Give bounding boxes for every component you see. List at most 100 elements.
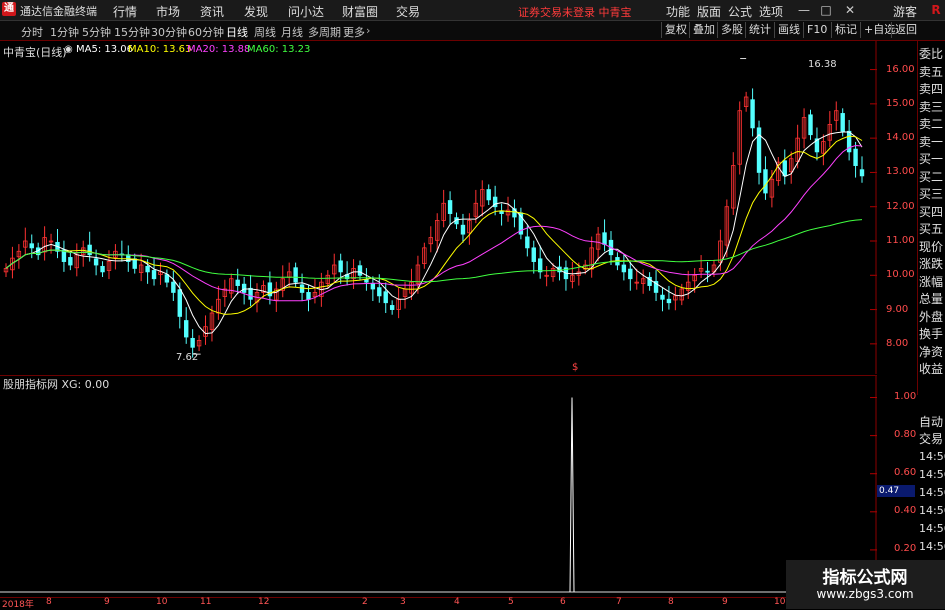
ma5-label: MA5: 13.06 bbox=[76, 44, 134, 55]
trade-time: 14:56 bbox=[919, 450, 945, 463]
period-fenshi[interactable]: 分时 bbox=[21, 24, 43, 40]
quote-label: 卖三 bbox=[919, 99, 944, 114]
period-weekly[interactable]: 周线 bbox=[254, 24, 276, 40]
candle-body bbox=[763, 169, 768, 194]
btn-fuquan[interactable]: 复权 bbox=[661, 22, 690, 38]
indicator-current-value: 0.47 bbox=[877, 485, 915, 497]
quote-label: 卖二 bbox=[919, 117, 944, 131]
candle-body bbox=[705, 270, 710, 273]
date-label: 6 bbox=[560, 597, 566, 607]
period-15min[interactable]: 15分钟 bbox=[114, 24, 150, 40]
candle-body bbox=[750, 99, 755, 129]
menu-gongneng[interactable]: 功能 bbox=[666, 3, 690, 20]
trade-time: 14:56 bbox=[919, 486, 945, 499]
candle-body bbox=[628, 268, 633, 280]
btn-f10[interactable]: F10 bbox=[803, 22, 830, 38]
menu-hangqing[interactable]: 行情 bbox=[113, 3, 137, 20]
candle-body bbox=[370, 283, 376, 290]
candle-body bbox=[241, 283, 247, 293]
quote-label: 卖五 bbox=[919, 64, 944, 79]
chevron-right-icon[interactable]: › bbox=[366, 24, 370, 37]
candle-body bbox=[859, 169, 865, 177]
candle-body bbox=[100, 265, 105, 273]
price-chart-area[interactable] bbox=[0, 41, 877, 374]
indicator-tick-label: 0.20 bbox=[894, 542, 917, 554]
candle-body bbox=[87, 244, 92, 256]
close-button[interactable]: ✕ bbox=[842, 2, 858, 18]
menu-xuanxiang[interactable]: 选项 bbox=[759, 3, 783, 20]
candle-body bbox=[248, 287, 253, 300]
trade-title-trade[interactable]: 交易 bbox=[919, 430, 943, 447]
period-monthly[interactable]: 月线 bbox=[281, 24, 303, 40]
date-label: 9 bbox=[722, 597, 728, 607]
btn-tongji[interactable]: 统计 bbox=[745, 22, 774, 38]
btn-duogu[interactable]: 多股 bbox=[717, 22, 746, 38]
candle-body bbox=[338, 260, 343, 273]
candle-body bbox=[389, 305, 395, 310]
date-label: 11 bbox=[200, 597, 212, 607]
menu-caifuquan[interactable]: 财富圈 bbox=[342, 3, 378, 20]
user-label[interactable]: 游客 bbox=[893, 3, 917, 20]
btn-huaxian[interactable]: 画线 bbox=[774, 22, 803, 38]
ma20-label: MA20: 13.88 bbox=[187, 44, 251, 55]
candle-body bbox=[357, 265, 363, 276]
date-label: 5 bbox=[508, 597, 514, 607]
menu-wenxiaoda[interactable]: 问小达 bbox=[288, 3, 324, 20]
stock-name: 中青宝(日线) bbox=[3, 46, 67, 59]
candle-body bbox=[537, 258, 543, 273]
menu-jiaoyi[interactable]: 交易 bbox=[396, 3, 420, 20]
candle-body bbox=[132, 258, 137, 269]
indicator-chart[interactable] bbox=[0, 376, 877, 598]
candle-body bbox=[299, 284, 305, 293]
period-daily[interactable]: 日线 bbox=[226, 24, 248, 40]
candlestick-chart[interactable] bbox=[0, 41, 877, 374]
period-more[interactable]: 更多 bbox=[343, 24, 365, 40]
candle-body bbox=[151, 270, 157, 280]
period-1min[interactable]: 1分钟 bbox=[50, 24, 79, 40]
btn-diejia[interactable]: 叠加 bbox=[689, 22, 718, 38]
period-multi[interactable]: 多周期 bbox=[308, 24, 341, 40]
quote-label: 买四 bbox=[919, 204, 944, 219]
indicator-panel[interactable] bbox=[0, 375, 877, 598]
trade-title-auto[interactable]: 自动 bbox=[919, 413, 943, 430]
candle-body bbox=[525, 236, 530, 249]
candle-body bbox=[190, 337, 195, 348]
menu-gongshi[interactable]: 公式 bbox=[728, 3, 752, 20]
period-5min[interactable]: 5分钟 bbox=[82, 24, 111, 40]
quote-label: 卖一 bbox=[919, 134, 944, 149]
date-label: 4 bbox=[454, 597, 460, 607]
quote-label: 外盘 bbox=[919, 309, 944, 324]
btn-biaoji[interactable]: 标记 bbox=[831, 22, 860, 38]
quote-label: 总量 bbox=[919, 292, 944, 306]
candle-body bbox=[364, 278, 369, 283]
candle-body bbox=[531, 247, 536, 262]
menu-faxian[interactable]: 发现 bbox=[244, 3, 268, 20]
period-30min[interactable]: 30分钟 bbox=[151, 24, 187, 40]
watermark-title: 指标公式网 bbox=[822, 568, 908, 588]
date-label: 8 bbox=[668, 597, 674, 607]
quote-label: 买五 bbox=[919, 222, 944, 236]
candle-body bbox=[377, 287, 382, 297]
candle-body bbox=[602, 232, 607, 245]
quote-label: 涨幅 bbox=[919, 274, 944, 289]
watermark-url: www.zbgs3.com bbox=[816, 587, 914, 601]
candle-body bbox=[808, 114, 813, 136]
menu-banmian[interactable]: 版面 bbox=[697, 3, 721, 20]
quote-label: 净资 bbox=[919, 344, 944, 359]
trade-time: 14:56 bbox=[919, 504, 945, 517]
ma-legend-icon: ◉ bbox=[64, 44, 73, 55]
candle-body bbox=[306, 292, 311, 300]
candle-body bbox=[171, 281, 176, 293]
btn-fanhui[interactable]: 返回 bbox=[891, 22, 920, 38]
date-label: 3 bbox=[400, 597, 406, 607]
indicator-tick-label: 0.80 bbox=[894, 428, 917, 440]
menu-shichang[interactable]: 市场 bbox=[156, 3, 180, 20]
restore-button[interactable]: □ bbox=[818, 2, 834, 18]
period-60min[interactable]: 60分钟 bbox=[188, 24, 224, 40]
candle-body bbox=[145, 265, 150, 273]
minimize-button[interactable]: — bbox=[796, 2, 812, 18]
date-axis bbox=[0, 597, 877, 610]
menu-zixun[interactable]: 资讯 bbox=[200, 3, 224, 20]
date-label: 8 bbox=[46, 597, 52, 607]
trade-login-notice[interactable]: 证券交易未登录 中青宝 bbox=[518, 4, 632, 20]
